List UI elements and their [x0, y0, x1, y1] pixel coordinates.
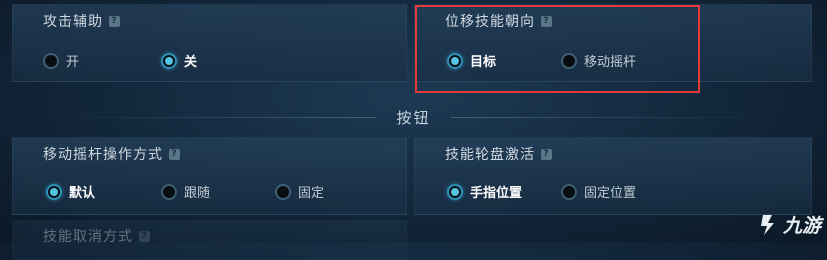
- joystick-mode-option-default[interactable]: 默认: [46, 182, 95, 201]
- radio-selected-icon[interactable]: [447, 183, 463, 200]
- highlight-box: [415, 5, 700, 93]
- radio-selected-icon[interactable]: [46, 183, 62, 200]
- skill-wheel-option-fixed[interactable]: 固定位置: [561, 182, 636, 201]
- help-icon[interactable]: ?: [541, 148, 552, 160]
- divider: [46, 116, 377, 118]
- skill-wheel-panel: 技能轮盘激活 ? 手指位置 固定位置: [414, 137, 812, 215]
- help-icon[interactable]: ?: [169, 148, 180, 160]
- watermark: 九游: [755, 211, 821, 238]
- radio-icon[interactable]: [161, 183, 177, 200]
- skill-wheel-option-finger[interactable]: 手指位置: [447, 182, 522, 201]
- joystick-mode-title: 移动摇杆操作方式 ?: [43, 144, 180, 164]
- radio-icon[interactable]: [275, 183, 291, 200]
- section-header-buttons: 按钮: [0, 106, 827, 128]
- attack-assist-option-on[interactable]: 开: [43, 51, 79, 70]
- radio-icon[interactable]: [561, 183, 577, 200]
- radio-selected-icon[interactable]: [161, 52, 177, 69]
- cancel-mode-title: 技能取消方式 ?: [43, 226, 150, 246]
- help-icon[interactable]: ?: [139, 230, 150, 242]
- attack-assist-panel: 攻击辅助 ? 开 关: [12, 4, 407, 82]
- attack-assist-option-off[interactable]: 关: [161, 51, 197, 70]
- joystick-mode-panel: 移动摇杆操作方式 ? 默认 跟随 固定: [12, 137, 407, 215]
- section-title: 按钮: [396, 108, 431, 127]
- radio-icon[interactable]: [43, 52, 59, 69]
- joystick-mode-option-fixed[interactable]: 固定: [275, 182, 324, 201]
- joystick-mode-option-follow[interactable]: 跟随: [161, 182, 210, 201]
- help-icon[interactable]: ?: [109, 15, 120, 27]
- logo-icon: [760, 214, 774, 235]
- cancel-mode-panel: 技能取消方式 ?: [12, 220, 407, 260]
- divider: [450, 116, 781, 118]
- attack-assist-title: 攻击辅助 ?: [43, 11, 120, 31]
- skill-wheel-title: 技能轮盘激活 ?: [445, 144, 552, 164]
